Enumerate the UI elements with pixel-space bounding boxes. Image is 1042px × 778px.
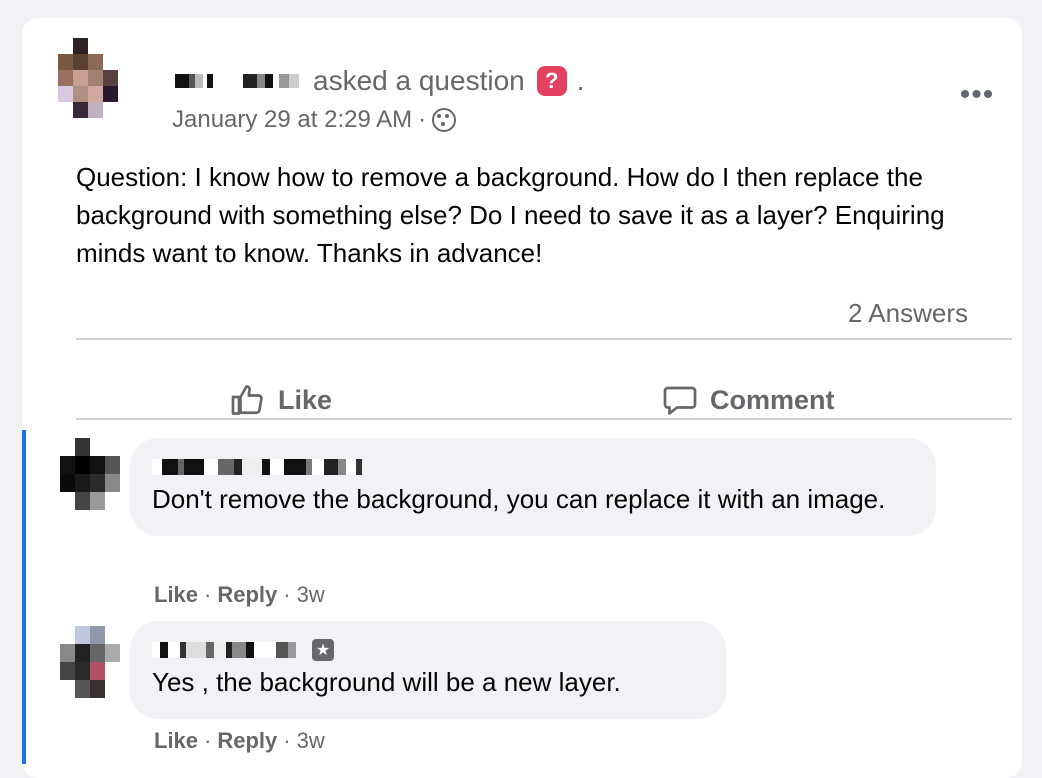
comment-separator: · [283, 582, 291, 607]
like-label: Like [278, 384, 333, 415]
speech-bubble-icon [663, 386, 697, 415]
post-header: asked a question ? . [167, 63, 585, 99]
poster-avatar[interactable] [58, 38, 118, 118]
commenter-name-redacted[interactable] [152, 456, 914, 478]
comment-like-link[interactable]: Like [154, 728, 198, 754]
comment-age[interactable]: 3w [297, 582, 325, 608]
question-badge-icon: ? [536, 66, 567, 96]
comment-text: Yes , the background will be a new layer… [152, 667, 621, 697]
comment-label: Comment [710, 384, 835, 415]
comment-actions: Like · Reply · 3w [154, 728, 325, 754]
comment-reply-link[interactable]: Reply [217, 728, 277, 754]
comment-text: Don't remove the background, you can rep… [152, 484, 886, 514]
post-meta: January 29 at 2:29 AM · [172, 106, 457, 134]
commenter-avatar[interactable] [60, 438, 120, 510]
comment-separator: · [204, 582, 212, 607]
commenter-name-redacted[interactable]: ★ [152, 639, 704, 661]
question-text: Question: I know how to remove a backgro… [76, 162, 945, 268]
divider-top [76, 338, 1012, 340]
like-button[interactable]: Like [230, 378, 332, 422]
comment-reply-link[interactable]: Reply [217, 582, 277, 608]
comment-bubble: ★ Yes , the background will be a new lay… [130, 621, 726, 719]
comment-age[interactable]: 3w [297, 728, 325, 754]
thumbs-up-icon [231, 385, 263, 415]
comment-thread-rail [22, 430, 26, 764]
author-badge-icon[interactable]: ★ [312, 639, 334, 661]
comment-button[interactable]: Comment [662, 378, 835, 422]
comment-actions: Like · Reply · 3w [154, 582, 325, 608]
answers-count[interactable]: 2 Answers [848, 298, 968, 329]
poster-name-redacted[interactable] [167, 71, 299, 91]
comment-bubble: Don't remove the background, you can rep… [130, 438, 936, 536]
globe-icon[interactable] [432, 108, 457, 132]
divider-bottom [76, 418, 1012, 420]
comment-separator: · [204, 728, 212, 753]
comment-separator: · [283, 728, 291, 753]
more-options-icon[interactable]: ••• [957, 80, 997, 110]
meta-separator: · [418, 106, 427, 133]
asked-question-label: asked a question [313, 65, 525, 96]
question-post-card: asked a question ? . January 29 at 2:29 … [22, 18, 1022, 778]
comment-like-link[interactable]: Like [154, 582, 198, 608]
post-timestamp[interactable]: January 29 at 2:29 AM [172, 106, 412, 134]
header-trailing-dot: . [576, 65, 585, 96]
commenter-avatar[interactable] [60, 626, 120, 698]
